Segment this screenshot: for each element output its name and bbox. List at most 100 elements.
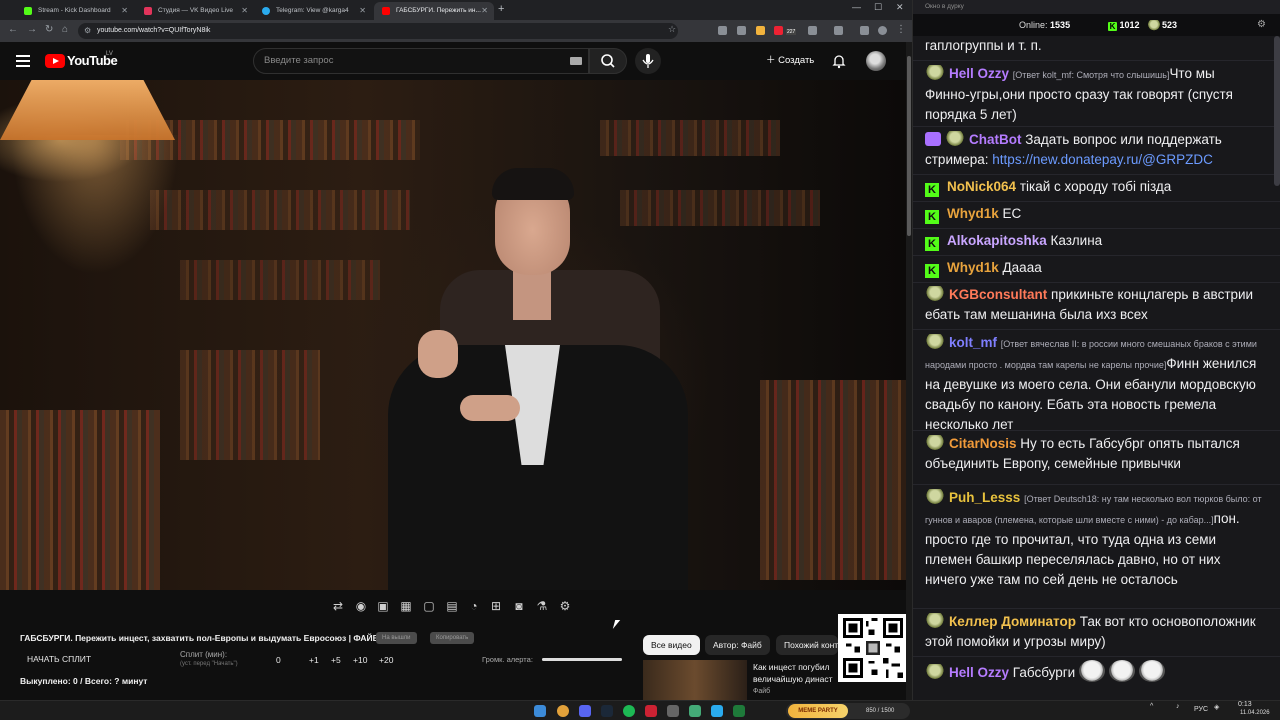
chat-username[interactable]: ChatBot [969, 132, 1022, 147]
chat-username[interactable]: Hell Ozzy [949, 66, 1009, 81]
chat-username[interactable]: Whyd1k [947, 206, 999, 221]
chip-all-videos[interactable]: Все видео [643, 635, 700, 655]
maximize-icon[interactable]: ☐ [874, 2, 882, 13]
back-icon[interactable]: ← [8, 24, 18, 35]
video-player[interactable] [0, 80, 906, 590]
tab-youtube[interactable]: ГАБСБУРГИ. Пережить ин... ✕ [374, 2, 494, 20]
address-bar-row: ← → ↻ ⌂ ⚙ youtube.com/watch?v=QUIfToryN8… [0, 20, 912, 42]
clock-time[interactable]: 0:13 [1238, 701, 1252, 708]
search-input[interactable]: Введите запрос [253, 48, 589, 74]
settings-gear-icon[interactable]: ⚙ [557, 598, 573, 614]
url-field[interactable]: ⚙ youtube.com/watch?v=QUIfToryN8ik ☆ [78, 23, 678, 39]
extension-icon[interactable] [737, 26, 746, 35]
bookmark-star-icon[interactable]: ☆ [668, 24, 676, 35]
microphone-icon [642, 54, 654, 68]
language-indicator[interactable]: РУС [1194, 706, 1208, 713]
site-info-icon[interactable]: ⚙ [84, 26, 91, 35]
notifications-bell-icon[interactable] [831, 53, 847, 69]
chat-scrollbar[interactable] [1274, 36, 1280, 186]
start-split-button[interactable]: НАЧАТЬ СПЛИТ [27, 654, 91, 664]
kick-badge-icon: K [925, 264, 939, 278]
add-20-button[interactable]: +20 [379, 655, 393, 665]
loop-icon[interactable]: ⇄ [330, 598, 346, 614]
related-thumbnail[interactable] [643, 660, 747, 700]
sidebar-icon[interactable] [860, 26, 869, 35]
search-button[interactable] [589, 48, 627, 74]
extension-icon[interactable] [718, 26, 727, 35]
close-icon[interactable]: ✕ [359, 2, 366, 20]
download-icon[interactable] [834, 26, 843, 35]
chrome-icon[interactable] [557, 705, 569, 717]
app-icon[interactable] [733, 705, 745, 717]
forward-icon[interactable]: → [27, 24, 37, 35]
profile-icon[interactable] [878, 26, 887, 35]
reload-icon[interactable]: ↻ [45, 24, 53, 35]
voice-search-button[interactable] [635, 48, 661, 74]
related-channel[interactable]: Файб [753, 688, 770, 695]
network-icon[interactable]: ◈ [1214, 703, 1219, 711]
extension-icon[interactable] [774, 26, 783, 35]
chat-message: ChatBot Задать вопрос или поддержать стр… [913, 130, 1269, 170]
alert-volume-slider[interactable] [542, 658, 622, 661]
film-icon[interactable]: ▦ [398, 598, 414, 614]
app-icon[interactable] [667, 705, 679, 717]
home-icon[interactable]: ⌂ [62, 24, 68, 35]
youtube-logo-icon[interactable] [45, 54, 65, 68]
menu-icon[interactable] [16, 55, 30, 67]
keyboard-icon[interactable] [570, 57, 582, 65]
add-1-button[interactable]: +1 [309, 655, 319, 665]
donate-link[interactable]: https://new.donatepay.ru/@GRPZDC [992, 152, 1213, 167]
screenshot-icon[interactable]: ◙ [511, 598, 527, 614]
chat-username[interactable]: Whyd1k [947, 260, 999, 275]
record-icon[interactable]: ▣ [375, 598, 391, 614]
avatar[interactable] [866, 51, 886, 71]
windows-start-icon[interactable] [534, 705, 546, 717]
close-icon[interactable]: ✕ [121, 2, 128, 20]
tray-arrow-icon[interactable]: ^ [1150, 703, 1153, 710]
telegram-icon[interactable] [711, 705, 723, 717]
kick-badge-icon: K [925, 183, 939, 197]
chip-similar[interactable]: Похожий конт [776, 635, 838, 655]
close-icon[interactable]: ✕ [481, 2, 488, 20]
flask-icon[interactable]: ⚗ [534, 598, 550, 614]
meme-party-widget[interactable]: MEME PARTY 850 / 1500 [786, 703, 910, 719]
speed-icon[interactable]: ◔ [466, 598, 482, 614]
settings-gear-icon[interactable]: ⚙ [1257, 14, 1266, 36]
create-button[interactable]: ＋ Создать [756, 48, 824, 74]
new-tab-icon[interactable]: + [498, 3, 504, 15]
discord-icon[interactable] [579, 705, 591, 717]
app-icon[interactable] [689, 705, 701, 717]
steam-icon[interactable] [601, 705, 613, 717]
chat-username[interactable]: Puh_Lesss [949, 490, 1020, 505]
chat-username[interactable]: Hell Ozzy [949, 665, 1009, 680]
chat-username[interactable]: KGBconsultant [949, 287, 1047, 302]
status-pill[interactable]: На вышли [376, 632, 417, 644]
extension-icon[interactable] [756, 26, 765, 35]
related-title[interactable]: Как инцест погубил величайшую династ [753, 661, 843, 685]
picture-icon[interactable]: ▢ [421, 598, 437, 614]
chat-username[interactable]: Alkokapitoshka [947, 233, 1047, 248]
tab-telegram[interactable]: Telegram: View @karga4 ✕ [254, 2, 372, 20]
spotify-icon[interactable] [623, 705, 635, 717]
volume-icon[interactable]: ♪ [1176, 703, 1180, 710]
app-icon[interactable] [645, 705, 657, 717]
copy-pill[interactable]: Копировать [430, 632, 475, 644]
chat-username[interactable]: Келлер Доминатор [949, 614, 1076, 629]
tab-kick[interactable]: Stream - Kick Dashboard ✕ [16, 2, 134, 20]
minimize-icon[interactable]: — [852, 2, 861, 12]
clock-date[interactable]: 11.04.2026 [1240, 710, 1270, 716]
tab-vk[interactable]: Студия — VK Видео Live ✕ [136, 2, 254, 20]
extensions-puzzle-icon[interactable] [808, 26, 817, 35]
frames-icon[interactable]: ▤ [444, 598, 460, 614]
add-window-icon[interactable]: ⊞ [488, 598, 504, 614]
add-5-button[interactable]: +5 [331, 655, 341, 665]
chat-username[interactable]: kolt_mf [949, 335, 997, 350]
close-window-icon[interactable]: ✕ [896, 2, 904, 13]
chat-username[interactable]: CitarNosis [949, 436, 1017, 451]
menu-kebab-icon[interactable]: ⋮ [896, 24, 906, 35]
chat-username[interactable]: NoNick064 [947, 179, 1016, 194]
close-icon[interactable]: ✕ [241, 2, 248, 20]
chip-author[interactable]: Автор: Файб [705, 635, 770, 655]
add-10-button[interactable]: +10 [353, 655, 367, 665]
broadcast-icon[interactable]: ◉ [353, 598, 369, 614]
